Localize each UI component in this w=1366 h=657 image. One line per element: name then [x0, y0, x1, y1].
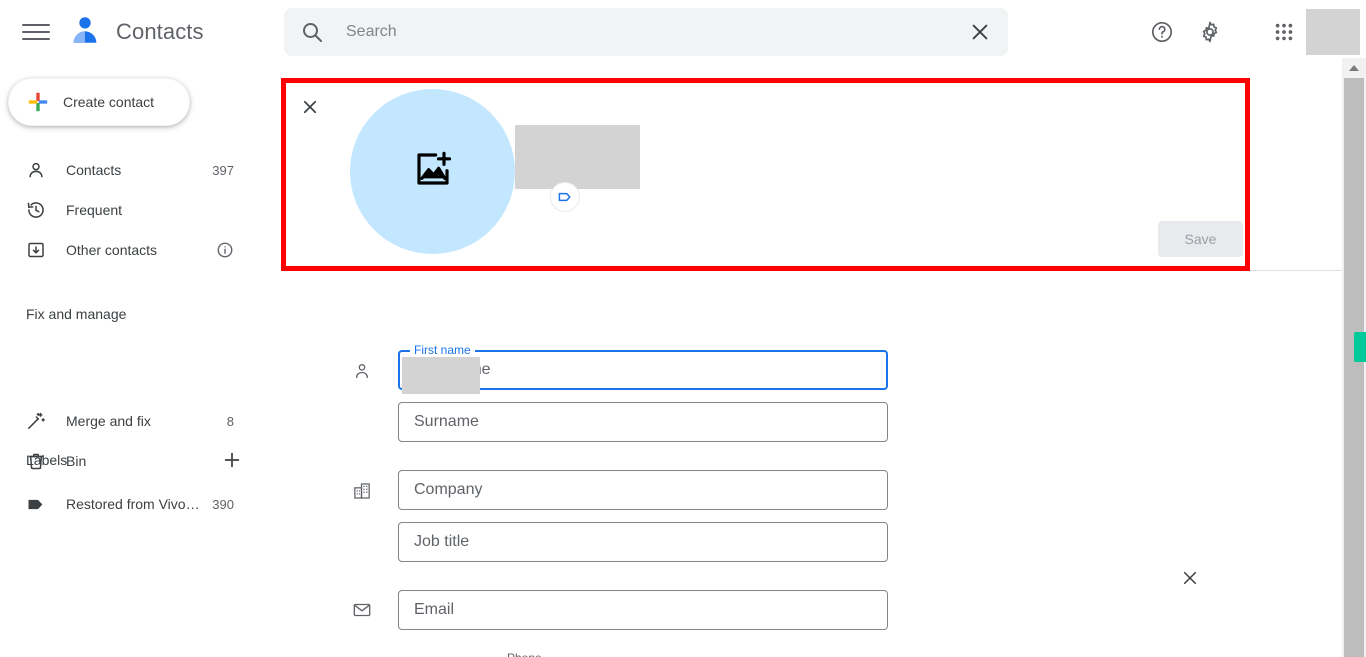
- phone-label: Phone: [503, 652, 546, 657]
- sidebar-item-label-restored-from-vivo[interactable]: Restored from Vivo… 390: [0, 488, 264, 520]
- sidebar-item-other-contacts[interactable]: Other contacts: [0, 234, 264, 266]
- header-divider: [1250, 270, 1342, 271]
- surname-input[interactable]: [399, 413, 887, 431]
- contacts-logo-icon: [68, 13, 102, 52]
- search-icon: [300, 20, 324, 44]
- sidebar-item-label: Other contacts: [66, 242, 158, 258]
- sidebar-item-label: Merge and fix: [66, 413, 151, 429]
- delete-name-row-button[interactable]: [1178, 566, 1202, 590]
- gear-icon[interactable]: [1196, 18, 1224, 46]
- highlight-region-photo-header: Save: [281, 78, 1250, 271]
- archive-box-icon: [26, 240, 46, 260]
- add-photo-icon: [413, 149, 453, 194]
- email-input[interactable]: [399, 601, 887, 619]
- create-contact-label: Create contact: [63, 94, 155, 110]
- brand: Contacts: [68, 10, 204, 54]
- hamburger-icon[interactable]: [22, 19, 50, 45]
- label-tag-icon[interactable]: [550, 182, 580, 212]
- email-field-wrapper[interactable]: [398, 590, 888, 630]
- person-icon: [350, 359, 374, 383]
- apps-grid-icon[interactable]: [1270, 18, 1298, 46]
- label-tag-icon: [26, 494, 46, 514]
- sidebar-item-count: 390: [212, 496, 234, 512]
- info-icon[interactable]: [216, 241, 234, 259]
- sidebar-section-labels: Labels: [26, 452, 68, 468]
- page-scrollbar[interactable]: [1342, 58, 1366, 657]
- help-icon[interactable]: [1148, 18, 1176, 46]
- surname-field-wrapper[interactable]: [398, 402, 888, 442]
- close-editor-button[interactable]: [298, 95, 322, 119]
- person-icon: [26, 160, 46, 180]
- company-field-wrapper[interactable]: [398, 470, 888, 510]
- scrollbar-thumb[interactable]: [1354, 332, 1366, 362]
- job-title-field-wrapper[interactable]: [398, 522, 888, 562]
- save-button[interactable]: Save: [1158, 221, 1243, 257]
- history-icon: [26, 200, 46, 220]
- page-title: Contacts: [116, 19, 204, 44]
- sidebar-item-count: 397: [212, 162, 234, 178]
- first-name-value-redacted: [402, 357, 480, 394]
- contact-edit-pane: Save First name First name Surname Compa…: [280, 64, 1342, 657]
- sidebar-item-frequent[interactable]: Frequent: [0, 194, 264, 226]
- account-avatar[interactable]: [1306, 9, 1360, 55]
- search-clear-button[interactable]: [958, 10, 1002, 54]
- sidebar-item-count: 8: [226, 413, 234, 429]
- first-name-label: First name: [410, 344, 475, 356]
- company-building-icon: [350, 479, 374, 503]
- sidebar-item-contacts[interactable]: Contacts 397: [0, 154, 264, 186]
- magic-wand-icon: [26, 411, 46, 431]
- sidebar-item-label: Contacts: [66, 162, 122, 178]
- sidebar-item-label: Frequent: [66, 202, 123, 218]
- sidebar: Create contact Contacts 397 Frequent Oth…: [0, 64, 280, 657]
- email-icon: [350, 598, 374, 622]
- search-bar[interactable]: [284, 8, 1008, 56]
- contacts-app: Contacts Search Create contact Contacts …: [0, 0, 1366, 657]
- add-label-button[interactable]: [220, 448, 244, 472]
- contact-name-preview: [515, 125, 640, 189]
- sidebar-item-merge-and-fix[interactable]: Merge and fix 8: [0, 405, 264, 437]
- company-input[interactable]: [399, 481, 887, 499]
- scrollbar-track[interactable]: [1344, 78, 1366, 657]
- search-input[interactable]: [344, 22, 958, 42]
- sidebar-section-fix-and-manage: Fix and manage: [26, 306, 127, 322]
- caret-up-icon[interactable]: [1342, 58, 1366, 78]
- plus-icon: [27, 91, 49, 113]
- job-title-input[interactable]: [399, 533, 887, 551]
- sidebar-item-label: Bin: [66, 453, 87, 469]
- top-app-bar: Contacts: [0, 0, 1366, 64]
- sidebar-item-label: Restored from Vivo…: [66, 496, 200, 512]
- add-profile-photo-button[interactable]: [350, 89, 515, 254]
- first-name-field-wrapper[interactable]: First name: [398, 344, 888, 394]
- create-contact-button[interactable]: Create contact: [8, 78, 190, 126]
